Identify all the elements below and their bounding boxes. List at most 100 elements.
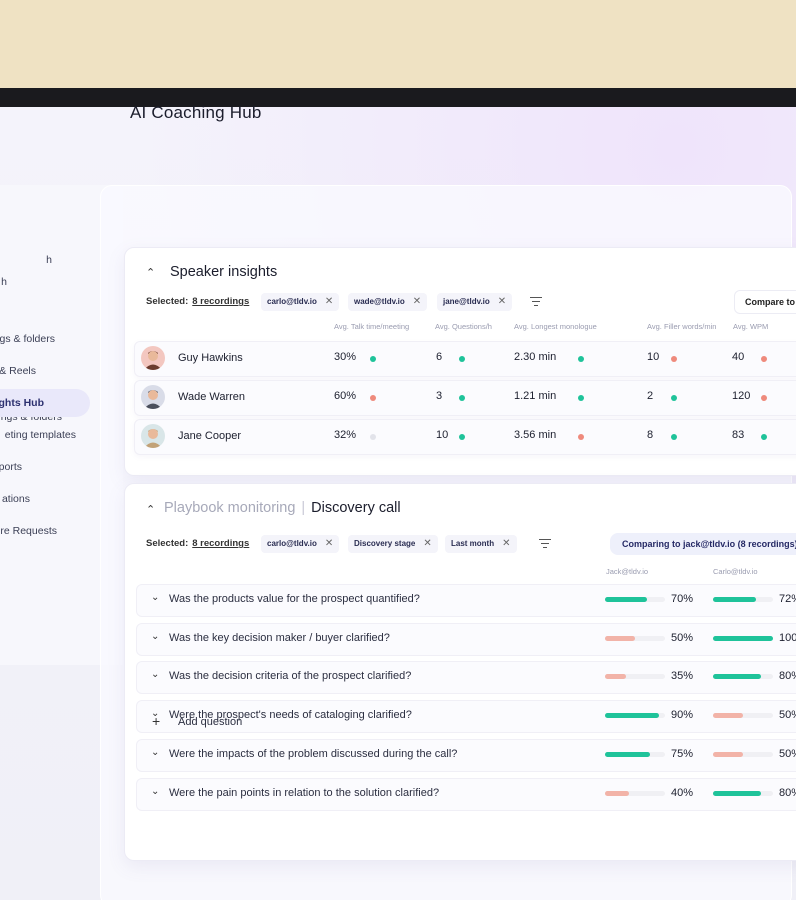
close-icon[interactable]: ✕ [423, 538, 431, 549]
chevron-down-icon[interactable]: ⌄ [151, 747, 159, 758]
filter-icon[interactable] [530, 297, 542, 307]
score-bar [605, 636, 665, 641]
speaker-name: Guy Hawkins [178, 352, 243, 364]
score-percent: 35% [671, 670, 694, 682]
close-icon[interactable]: ✕ [325, 296, 333, 307]
score-percent: 50% [671, 632, 694, 644]
status-dot [671, 434, 677, 440]
metric-value: 1.21 min [514, 390, 557, 402]
status-dot [370, 434, 376, 440]
score-bar [605, 791, 665, 796]
playbook-monitoring-label: Playbook monitoring [164, 500, 296, 516]
column-header: Avg. Questions/h [435, 322, 492, 331]
filter-chip[interactable]: Discovery stage ✕ [348, 535, 438, 553]
page-title: AI Coaching Hub [130, 103, 262, 122]
sidebar-item-feature-requests[interactable]: re Requests [0, 517, 65, 545]
avatar [141, 424, 165, 448]
score-percent: 72% [779, 593, 796, 605]
column-header: Jack@tldv.io [606, 567, 649, 576]
metric-value: 3 [436, 390, 443, 402]
close-icon[interactable]: ✕ [498, 296, 506, 307]
metric-value: 120 [732, 390, 751, 402]
sidebar-item-meeting-templates[interactable]: eting templates [0, 421, 84, 449]
playbook-title: Playbook monitoring | Discovery call [164, 500, 401, 516]
status-dot [459, 395, 465, 401]
filter-icon[interactable] [539, 539, 551, 549]
score-bar-fill [713, 597, 756, 602]
score-percent: 75% [671, 748, 694, 760]
score-bar [713, 597, 773, 602]
score-percent: 40% [671, 787, 694, 799]
status-dot [370, 395, 376, 401]
chevron-down-icon[interactable]: ⌄ [151, 631, 159, 642]
score-bar-fill [605, 752, 650, 757]
score-bar-fill [605, 791, 629, 796]
add-question-button[interactable]: + Add question [136, 707, 796, 739]
comparing-to-pill[interactable]: Comparing to jack@tldv.io (8 recordings) [610, 533, 796, 555]
column-header: Avg. Talk time/meeting [334, 322, 410, 331]
question-text: Was the key decision maker / buyer clari… [169, 632, 390, 644]
avatar [141, 385, 165, 409]
chevron-down-icon[interactable]: ⌄ [151, 786, 159, 797]
score-percent: 80% [779, 787, 796, 799]
score-percent: 80% [779, 670, 796, 682]
status-dot [761, 395, 767, 401]
status-dot [671, 395, 677, 401]
status-dot [370, 356, 376, 362]
chevron-up-icon[interactable]: ⌃ [146, 503, 155, 516]
close-icon[interactable]: ✕ [502, 538, 510, 549]
sidebar-item-search-label[interactable]: h [0, 268, 15, 296]
filter-chip[interactable]: carlo@tldv.io ✕ [261, 293, 340, 311]
filter-chip[interactable]: wade@tldv.io ✕ [348, 293, 428, 311]
score-bar [713, 636, 773, 641]
score-bar [713, 752, 773, 757]
score-percent: 100% [779, 632, 796, 644]
metric-value: 3.56 min [514, 429, 557, 441]
column-header: Avg. Filler words/min [647, 322, 717, 331]
score-bar-fill [605, 636, 635, 641]
column-header: Avg. WPM [733, 322, 769, 331]
score-percent: 50% [779, 748, 796, 760]
status-dot [459, 434, 465, 440]
column-header: Carlo@tldv.io [713, 567, 758, 576]
score-bar-fill [713, 636, 773, 641]
question-text: Was the products value for the prospect … [169, 593, 420, 605]
chevron-down-icon[interactable]: ⌄ [151, 592, 159, 603]
close-icon[interactable]: ✕ [413, 296, 421, 307]
compare-to-button[interactable]: Compare to [734, 290, 796, 314]
status-dot [578, 434, 584, 440]
metric-value: 10 [647, 351, 660, 363]
sidebar-item-integrations[interactable]: ations [0, 485, 38, 513]
close-icon[interactable]: ✕ [325, 538, 333, 549]
metric-value: 32% [334, 429, 357, 441]
status-dot [761, 434, 767, 440]
metric-value: 83 [732, 429, 745, 441]
filter-chip[interactable]: jane@tldv.io ✕ [437, 293, 513, 311]
score-bar-fill [713, 674, 761, 679]
discovery-call-label: Discovery call [311, 500, 401, 516]
metric-value: 40 [732, 351, 745, 363]
speaker-selected-summary: Selected: 8 recordings [146, 296, 250, 307]
metric-value: 10 [436, 429, 449, 441]
status-dot [671, 356, 677, 362]
speaker-name: Jane Cooper [178, 430, 241, 442]
chevron-down-icon[interactable]: ⌄ [151, 669, 159, 680]
add-question-label: Add question [178, 716, 243, 728]
score-bar-fill [605, 597, 647, 602]
sidebar-item-recordings-folders[interactable]: ngs & folders [0, 325, 63, 353]
sidebar-item-clips-reels[interactable]: & Reels [0, 357, 44, 385]
sidebar-item-insights-hub[interactable]: ights Hub [0, 389, 90, 417]
filter-chip[interactable]: carlo@tldv.io ✕ [261, 535, 340, 553]
metric-value: 60% [334, 390, 357, 402]
chevron-up-icon[interactable]: ⌃ [146, 266, 155, 279]
filter-chip[interactable]: Last month ✕ [445, 535, 517, 553]
recordings-link[interactable]: 8 recordings [192, 296, 249, 307]
avatar [141, 346, 165, 370]
metric-value: 6 [436, 351, 443, 363]
recordings-link[interactable]: 8 recordings [192, 538, 249, 549]
score-bar [605, 752, 665, 757]
metric-value: 8 [647, 429, 654, 441]
background-wall [0, 0, 796, 88]
monitor-bezel [0, 88, 796, 107]
sidebar-item-reports[interactable]: ports [0, 453, 30, 481]
